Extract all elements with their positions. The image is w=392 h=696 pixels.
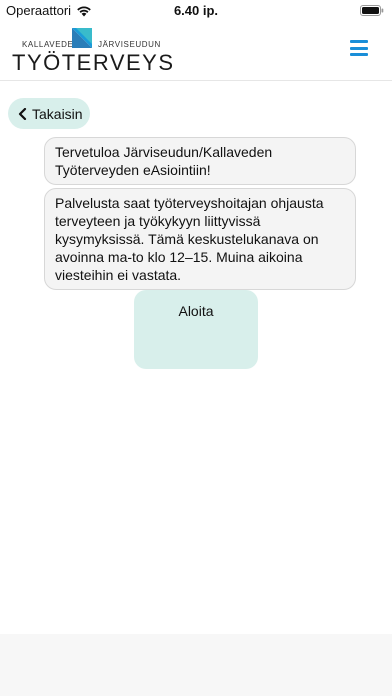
logo-text-main: TYÖTERVEYS xyxy=(12,50,175,75)
logo-mark-icon xyxy=(72,28,92,48)
chat-message: Palvelusta saat työterveyshoitajan ohjau… xyxy=(44,188,356,290)
menu-line xyxy=(350,53,368,56)
bottom-input-area xyxy=(0,634,392,696)
chevron-left-icon xyxy=(18,107,27,120)
menu-line xyxy=(350,46,368,50)
status-time: 6.40 ip. xyxy=(173,3,219,18)
tyoterveys-logo: KALLAVEDEN JÄRVISEUDUN TYÖTERVEYS xyxy=(12,26,173,76)
menu-line xyxy=(350,40,368,43)
app-screen: Operaattori 6.40 ip. KALLAVEDEN JÄRVISEU… xyxy=(0,0,392,696)
hamburger-menu-icon[interactable] xyxy=(350,40,368,56)
chat-message: Tervetuloa Järviseudun/Kallaveden Työter… xyxy=(44,137,356,185)
back-button-label: Takaisin xyxy=(32,105,83,122)
status-bar: Operaattori 6.40 ip. xyxy=(0,0,392,22)
logo-text-jarviseudun: JÄRVISEUDUN xyxy=(98,40,161,49)
start-button-label: Aloita xyxy=(178,303,214,319)
back-button[interactable]: Takaisin xyxy=(8,98,90,129)
start-chat-button[interactable]: Aloita xyxy=(134,290,258,369)
battery-icon xyxy=(360,5,384,16)
app-header: KALLAVEDEN JÄRVISEUDUN TYÖTERVEYS xyxy=(0,22,392,81)
